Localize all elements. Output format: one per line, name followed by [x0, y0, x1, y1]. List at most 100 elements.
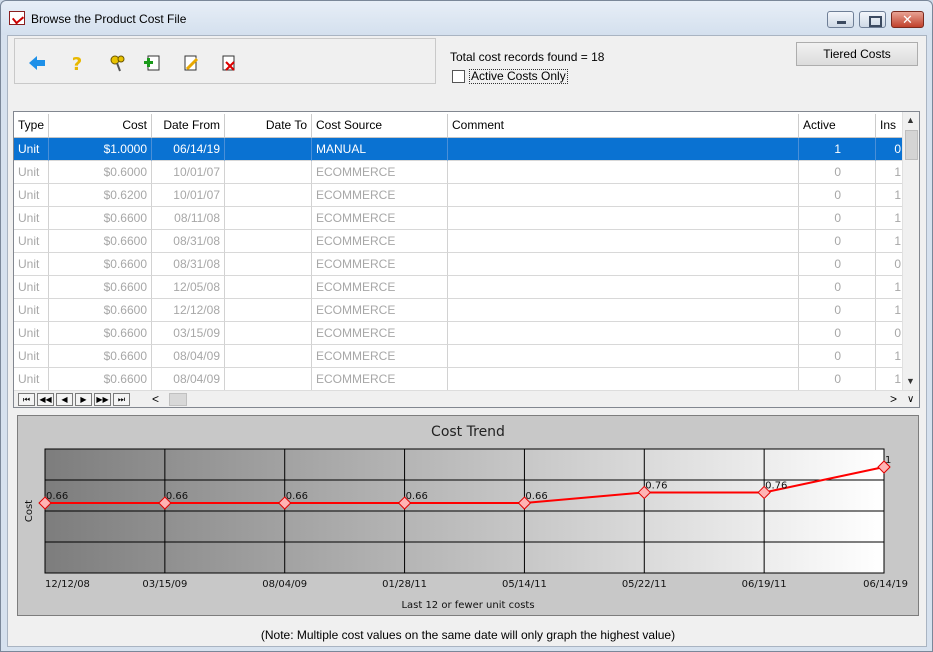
x-axis-label: Last 12 or fewer unit costs [401, 600, 534, 611]
cell-active: 0 [799, 345, 876, 368]
cell-type: Unit [14, 299, 49, 322]
cell-active: 0 [799, 368, 876, 391]
cell-active: 0 [799, 184, 876, 207]
search-key-icon[interactable] [107, 53, 127, 73]
last-record-button[interactable]: ⏭ [113, 393, 130, 406]
cell-source: ECOMMERCE [312, 299, 448, 322]
toolbar: ? [14, 38, 436, 84]
checkbox-box[interactable] [452, 69, 465, 83]
cell-active: 0 [799, 299, 876, 322]
scroll-down-small-icon[interactable]: ∨ [907, 391, 914, 407]
scroll-up-icon[interactable]: ▲ [906, 115, 915, 125]
vertical-scrollbar[interactable]: ▲ ▼ [902, 112, 919, 392]
cost-trend-svg: Cost Trend 0.66 0.66 0.66 0.66 0.66 0.76 0.76 1 1… [24, 424, 908, 611]
column-header[interactable]: Type [14, 114, 49, 138]
prev-record-button[interactable]: ◀ [56, 393, 73, 406]
client-area: ? Total cost records found = 18 Active C… [7, 35, 927, 647]
cell-date-from: 12/12/08 [152, 299, 225, 322]
cell-active: 0 [799, 322, 876, 345]
app-icon [9, 11, 25, 25]
table-row[interactable]: Unit $0.6200 10/01/07 ECOMMERCE 0 1 [14, 184, 906, 207]
cell-type: Unit [14, 322, 49, 345]
cell-comment [448, 138, 799, 161]
cell-date-from: 08/11/08 [152, 207, 225, 230]
table-row[interactable]: Unit $0.6600 08/11/08 ECOMMERCE 0 1 [14, 207, 906, 230]
cell-comment [448, 184, 799, 207]
table-row[interactable]: Unit $0.6600 03/15/09 ECOMMERCE 0 0 [14, 322, 906, 345]
table-row[interactable]: Unit $0.6600 08/31/08 ECOMMERCE 0 1 [14, 230, 906, 253]
column-header[interactable]: Comment [448, 114, 799, 138]
svg-text:?: ? [72, 54, 82, 73]
table-row[interactable]: Unit $0.6600 08/04/09 ECOMMERCE 0 1 [14, 345, 906, 368]
cell-source: ECOMMERCE [312, 368, 448, 391]
data-label: 0.66 [286, 491, 308, 502]
column-header[interactable]: Date From [152, 114, 225, 138]
minimize-button[interactable] [827, 11, 854, 28]
scroll-left-icon[interactable]: < [152, 391, 159, 407]
table-row[interactable]: Unit $1.0000 06/14/19 MANUAL 1 0 [14, 138, 906, 161]
cell-date-from: 08/31/08 [152, 230, 225, 253]
cost-grid: Type Cost Date From Date To Cost Source Comme… [13, 111, 920, 408]
cell-type: Unit [14, 253, 49, 276]
back-arrow-icon[interactable] [27, 53, 47, 73]
cell-type: Unit [14, 368, 49, 391]
cell-source: ECOMMERCE [312, 345, 448, 368]
table-row[interactable]: Unit $0.6600 12/05/08 ECOMMERCE 0 1 [14, 276, 906, 299]
table-row[interactable]: Unit $0.6600 08/04/09 ECOMMERCE 0 1 [14, 368, 906, 391]
cell-date-from: 08/31/08 [152, 253, 225, 276]
cost-trend-chart: Cost Trend 0.66 0.66 0.66 0.66 0.66 0.76 0.76 1 1… [17, 415, 919, 616]
grid-navigation-bar: ⏮ ◀◀ ◀ ▶ ▶▶ ⏭ < > ∨ [14, 390, 919, 407]
scroll-down-icon[interactable]: ▼ [906, 376, 915, 386]
delete-record-icon[interactable] [219, 53, 239, 73]
cell-cost: $0.6000 [49, 161, 152, 184]
total-records-text: Total cost records found = 18 [450, 50, 605, 64]
window-title: Browse the Product Cost File [31, 12, 187, 26]
vertical-scroll-thumb[interactable] [905, 130, 918, 160]
cell-cost: $1.0000 [49, 138, 152, 161]
help-question-icon[interactable]: ? [67, 53, 87, 73]
cell-comment [448, 276, 799, 299]
cell-date-to [225, 253, 312, 276]
data-label: 0.66 [406, 491, 428, 502]
chart-title: Cost Trend [431, 424, 505, 440]
scroll-right-icon[interactable]: > [890, 391, 897, 407]
x-tick-label: 06/14/19 [863, 579, 908, 590]
cell-date-to [225, 368, 312, 391]
active-costs-only-checkbox[interactable]: Active Costs Only [452, 68, 568, 84]
table-row[interactable]: Unit $0.6000 10/01/07 ECOMMERCE 0 1 [14, 161, 906, 184]
cell-comment [448, 253, 799, 276]
add-record-icon[interactable] [143, 53, 163, 73]
next-page-button[interactable]: ▶▶ [94, 393, 111, 406]
first-record-button[interactable]: ⏮ [18, 393, 35, 406]
cell-date-to [225, 345, 312, 368]
cell-active: 1 [799, 138, 876, 161]
column-header[interactable]: Active [799, 114, 876, 138]
cell-type: Unit [14, 138, 49, 161]
table-row[interactable]: Unit $0.6600 08/31/08 ECOMMERCE 0 0 [14, 253, 906, 276]
grid-header: Type Cost Date From Date To Cost Source Comme… [14, 114, 906, 138]
edit-record-icon[interactable] [181, 53, 201, 73]
maximize-button[interactable] [859, 11, 886, 28]
cell-comment [448, 345, 799, 368]
active-costs-only-label[interactable]: Active Costs Only [469, 68, 568, 84]
column-header[interactable]: Cost [49, 114, 152, 138]
tiered-costs-button[interactable]: Tiered Costs [796, 42, 918, 66]
prev-page-button[interactable]: ◀◀ [37, 393, 54, 406]
cell-date-to [225, 299, 312, 322]
cell-cost: $0.6600 [49, 230, 152, 253]
cell-date-from: 06/14/19 [152, 138, 225, 161]
cell-date-to [225, 207, 312, 230]
cell-date-to [225, 184, 312, 207]
cell-date-to [225, 161, 312, 184]
next-record-button[interactable]: ▶ [75, 393, 92, 406]
cell-comment [448, 322, 799, 345]
cell-source: ECOMMERCE [312, 253, 448, 276]
cell-source: ECOMMERCE [312, 184, 448, 207]
column-header[interactable]: Date To [225, 114, 312, 138]
horizontal-scroll-thumb[interactable] [169, 393, 187, 406]
cell-type: Unit [14, 345, 49, 368]
y-axis-label: Cost [24, 500, 35, 522]
close-button[interactable]: ✕ [891, 11, 924, 28]
column-header[interactable]: Cost Source [312, 114, 448, 138]
table-row[interactable]: Unit $0.6600 12/12/08 ECOMMERCE 0 1 [14, 299, 906, 322]
